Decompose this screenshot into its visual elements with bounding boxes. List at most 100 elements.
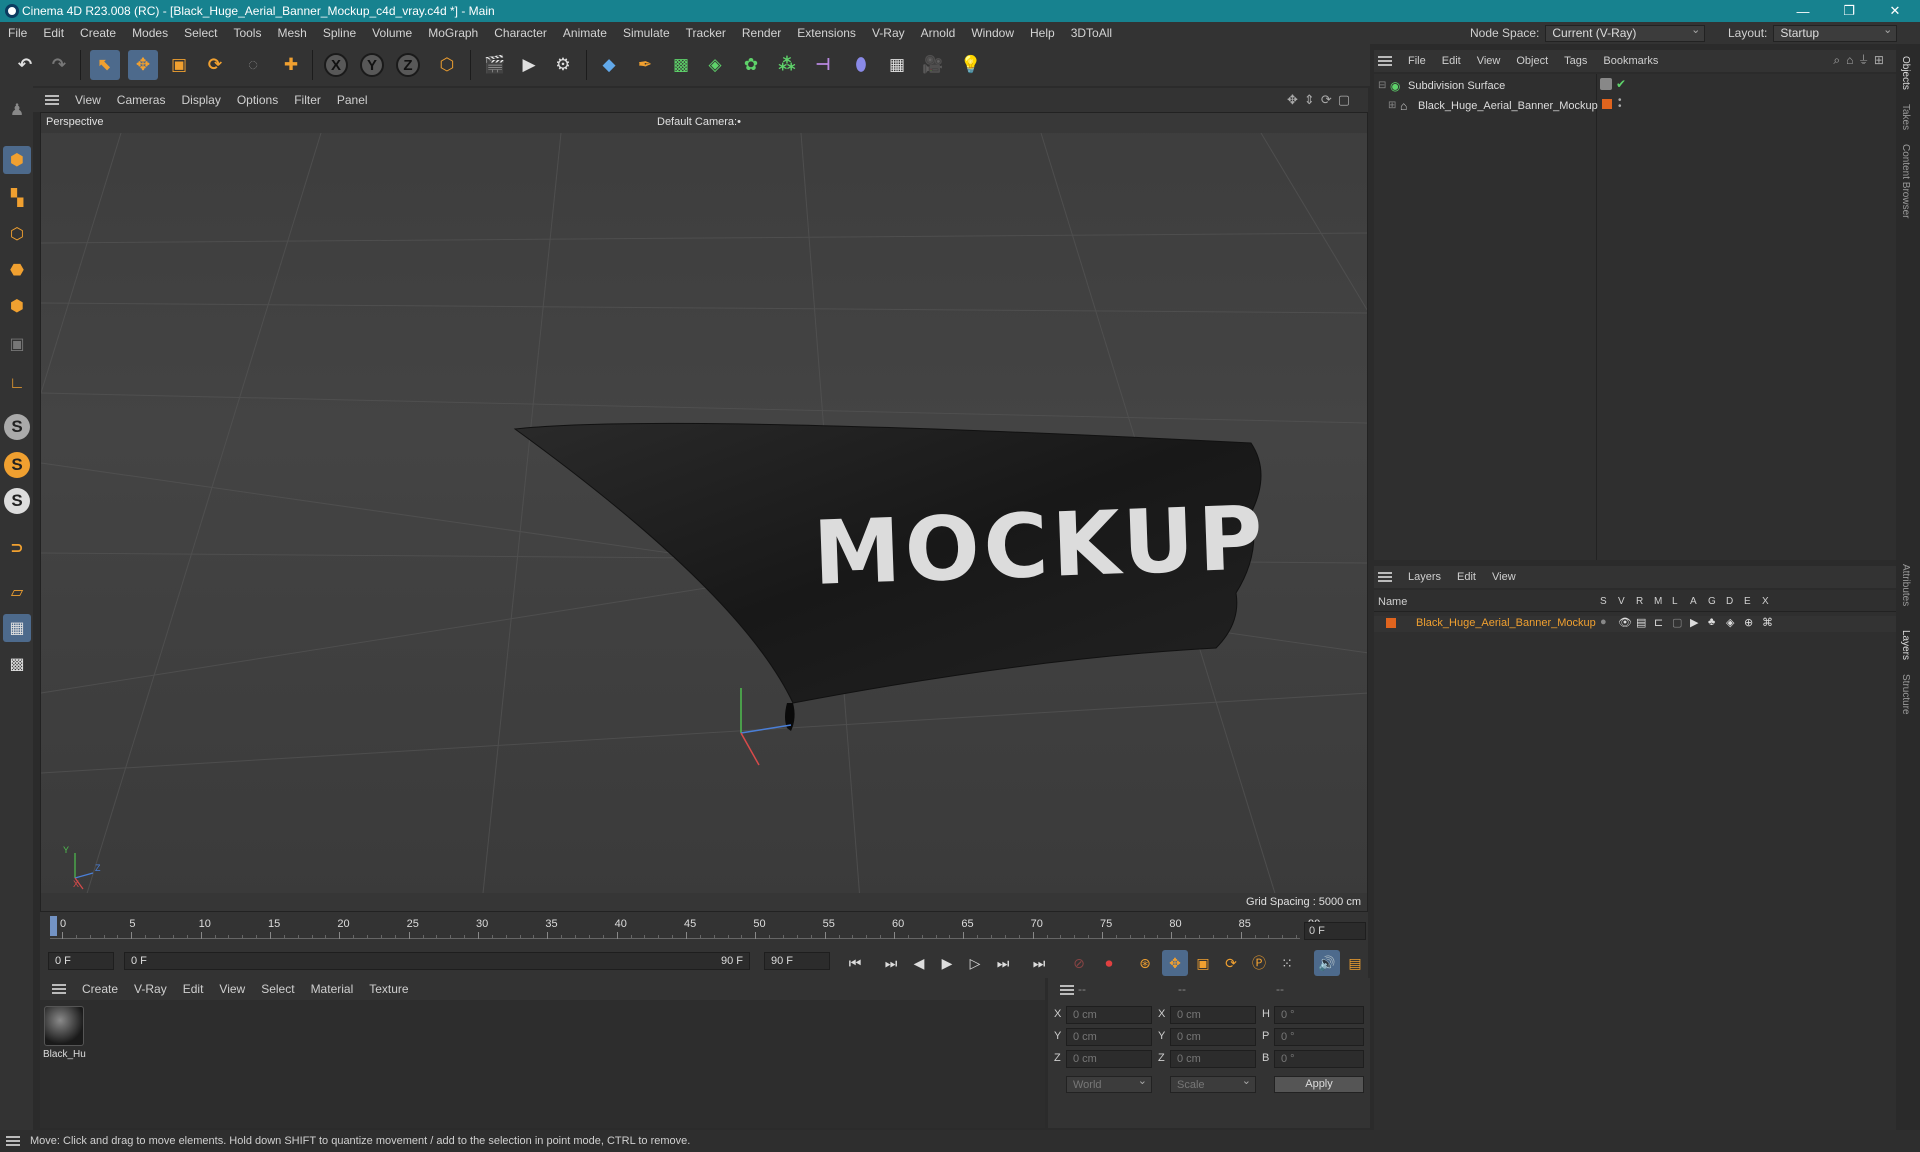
- coordinate-mode-dropdown[interactable]: Scale: [1170, 1074, 1256, 1093]
- model-mode-icon[interactable]: ⬢: [3, 146, 31, 174]
- pen-spline-icon[interactable]: ✒: [630, 50, 660, 80]
- coordinate-space-dropdown[interactable]: World: [1066, 1074, 1152, 1093]
- menu-simulate[interactable]: Simulate: [615, 26, 678, 40]
- menu-volume[interactable]: Volume: [364, 26, 420, 40]
- object-row-banner[interactable]: ⊞ ⌂ Black_Huge_Aerial_Banner_Mockup • •: [1374, 96, 1896, 114]
- generator-icon[interactable]: ♣: [1708, 616, 1726, 629]
- node-space-dropdown[interactable]: Current (V-Ray): [1545, 23, 1706, 42]
- quantize-icon[interactable]: S: [4, 488, 30, 514]
- 3d-viewport[interactable]: Perspective Default Camera:• MOCKUP Y Z …: [40, 112, 1368, 912]
- viewport-menu-cameras[interactable]: Cameras: [109, 93, 174, 107]
- z-axis-lock-button[interactable]: Z: [396, 53, 420, 77]
- objects-menu-edit[interactable]: Edit: [1434, 55, 1469, 67]
- close-button[interactable]: ✕: [1872, 0, 1918, 22]
- cloner-icon[interactable]: ✿: [736, 50, 766, 80]
- render-view-icon[interactable]: 🎬: [480, 50, 510, 80]
- rotation-b-field[interactable]: 0 °: [1274, 1050, 1364, 1068]
- material-menu-view[interactable]: View: [211, 982, 253, 996]
- menu-mograph[interactable]: MoGraph: [420, 26, 486, 40]
- layers-menu-view[interactable]: View: [1484, 571, 1524, 583]
- key-pla-icon[interactable]: ⁙: [1274, 950, 1300, 976]
- uv-mode-icon[interactable]: ▣: [3, 330, 31, 358]
- position-x-field[interactable]: 0 cm: [1066, 1006, 1152, 1024]
- rotate-tool-icon[interactable]: ⟳: [200, 50, 230, 80]
- field-icon[interactable]: ⬮: [846, 50, 876, 80]
- solo-icon[interactable]: ●: [1600, 616, 1618, 629]
- size-x-field[interactable]: 0 cm: [1170, 1006, 1256, 1024]
- material-name[interactable]: Black_Hu: [43, 1049, 86, 1060]
- status-hamburger-icon[interactable]: [6, 1136, 20, 1146]
- menu-mesh[interactable]: Mesh: [269, 26, 314, 40]
- size-y-field[interactable]: 0 cm: [1170, 1028, 1256, 1046]
- menu-file[interactable]: File: [0, 26, 35, 40]
- tab-attributes[interactable]: Attributes: [1900, 564, 1911, 606]
- minimize-button[interactable]: —: [1780, 0, 1826, 22]
- camera-icon[interactable]: 🎥: [918, 50, 948, 80]
- extrude-icon[interactable]: ◈: [700, 50, 730, 80]
- position-z-field[interactable]: 0 cm: [1066, 1050, 1152, 1068]
- floor-icon[interactable]: ▦: [882, 50, 912, 80]
- menu-create[interactable]: Create: [72, 26, 124, 40]
- motion-recording-icon[interactable]: 🔊: [1314, 950, 1340, 976]
- magnet-icon[interactable]: ⊃: [3, 534, 31, 562]
- menu-window[interactable]: Window: [963, 26, 1022, 40]
- deformer-icon[interactable]: ⊣: [808, 50, 838, 80]
- live-selection-icon[interactable]: ⬉: [90, 50, 120, 80]
- manager-icon[interactable]: ⊏: [1654, 616, 1672, 629]
- viewport-menu-filter[interactable]: Filter: [286, 93, 329, 107]
- viewport-menu-options[interactable]: Options: [229, 93, 286, 107]
- polygon-mode-icon[interactable]: ⬢: [3, 292, 31, 320]
- key-parameter-icon[interactable]: Ⓟ: [1246, 950, 1272, 976]
- menu-animate[interactable]: Animate: [555, 26, 615, 40]
- objects-menu-file[interactable]: File: [1400, 55, 1434, 67]
- material-menu-select[interactable]: Select: [253, 982, 302, 996]
- menu-spline[interactable]: Spline: [315, 26, 364, 40]
- size-z-field[interactable]: 0 cm: [1170, 1050, 1256, 1068]
- animation-icon[interactable]: ▶: [1690, 616, 1708, 629]
- gizmo-x-axis[interactable]: [740, 732, 760, 766]
- move-tool-icon[interactable]: ✥: [128, 50, 158, 80]
- layer-flag-icons[interactable]: ● 👁 ▤ ⊏ ▢ ▶ ♣ ◈ ⊕ ⌘: [1600, 616, 1780, 629]
- menu-3dtoall[interactable]: 3DToAll: [1063, 26, 1120, 40]
- layers-menu-edit[interactable]: Edit: [1449, 571, 1484, 583]
- coords-hamburger-icon[interactable]: [1060, 985, 1074, 995]
- viewport-menu-panel[interactable]: Panel: [329, 93, 376, 107]
- menu-character[interactable]: Character: [486, 26, 555, 40]
- menu-tools[interactable]: Tools: [225, 26, 269, 40]
- objects-menu-tags[interactable]: Tags: [1556, 55, 1595, 67]
- previous-frame-icon[interactable]: ◀: [906, 950, 932, 976]
- lock-icon[interactable]: ▢: [1672, 616, 1690, 629]
- playhead[interactable]: [50, 916, 57, 936]
- render-picture-viewer-icon[interactable]: ▶: [514, 50, 544, 80]
- position-y-field[interactable]: 0 cm: [1066, 1028, 1152, 1046]
- rotation-h-field[interactable]: 0 °: [1274, 1006, 1364, 1024]
- redo-icon[interactable]: ↷: [44, 50, 74, 80]
- enabled-check-icon[interactable]: ✔: [1616, 77, 1626, 91]
- frame-range-slider[interactable]: 0 F 90 F: [124, 952, 750, 970]
- snap-settings-icon[interactable]: S: [4, 452, 30, 478]
- layers-menu-layers[interactable]: Layers: [1400, 571, 1449, 583]
- workplane-icon[interactable]: ∟: [3, 370, 31, 398]
- material-menu-create[interactable]: Create: [74, 982, 126, 996]
- menu-select[interactable]: Select: [176, 26, 225, 40]
- tab-objects[interactable]: Objects: [1900, 56, 1911, 90]
- tab-content-browser[interactable]: Content Browser: [1900, 144, 1911, 218]
- layer-name[interactable]: Black_Huge_Aerial_Banner_Mockup: [1416, 617, 1596, 629]
- rotation-p-field[interactable]: 0 °: [1274, 1028, 1364, 1046]
- viewport-menu-view[interactable]: View: [67, 93, 109, 107]
- object-name-subdivision[interactable]: Subdivision Surface: [1408, 80, 1505, 92]
- menu-extensions[interactable]: Extensions: [789, 26, 864, 40]
- apply-button[interactable]: Apply: [1274, 1076, 1364, 1093]
- objects-menu-object[interactable]: Object: [1508, 55, 1556, 67]
- viewport-nav-icons[interactable]: ✥⇕⟳▢: [1287, 92, 1356, 108]
- timeline-window-icon[interactable]: ▤: [1342, 950, 1368, 976]
- make-editable-icon[interactable]: ♟: [3, 96, 31, 124]
- visibility-dots-icon[interactable]: • •: [1618, 96, 1622, 112]
- previous-key-icon[interactable]: ⏭: [878, 950, 904, 976]
- tab-layers[interactable]: Layers: [1900, 630, 1911, 660]
- tab-takes[interactable]: Takes: [1900, 104, 1911, 130]
- coordinate-system-icon[interactable]: ⬡: [432, 50, 462, 80]
- next-frame-icon[interactable]: ▷: [962, 950, 988, 976]
- locked-workplane-icon[interactable]: ▩: [3, 650, 31, 678]
- menu-vray[interactable]: V-Ray: [864, 26, 913, 40]
